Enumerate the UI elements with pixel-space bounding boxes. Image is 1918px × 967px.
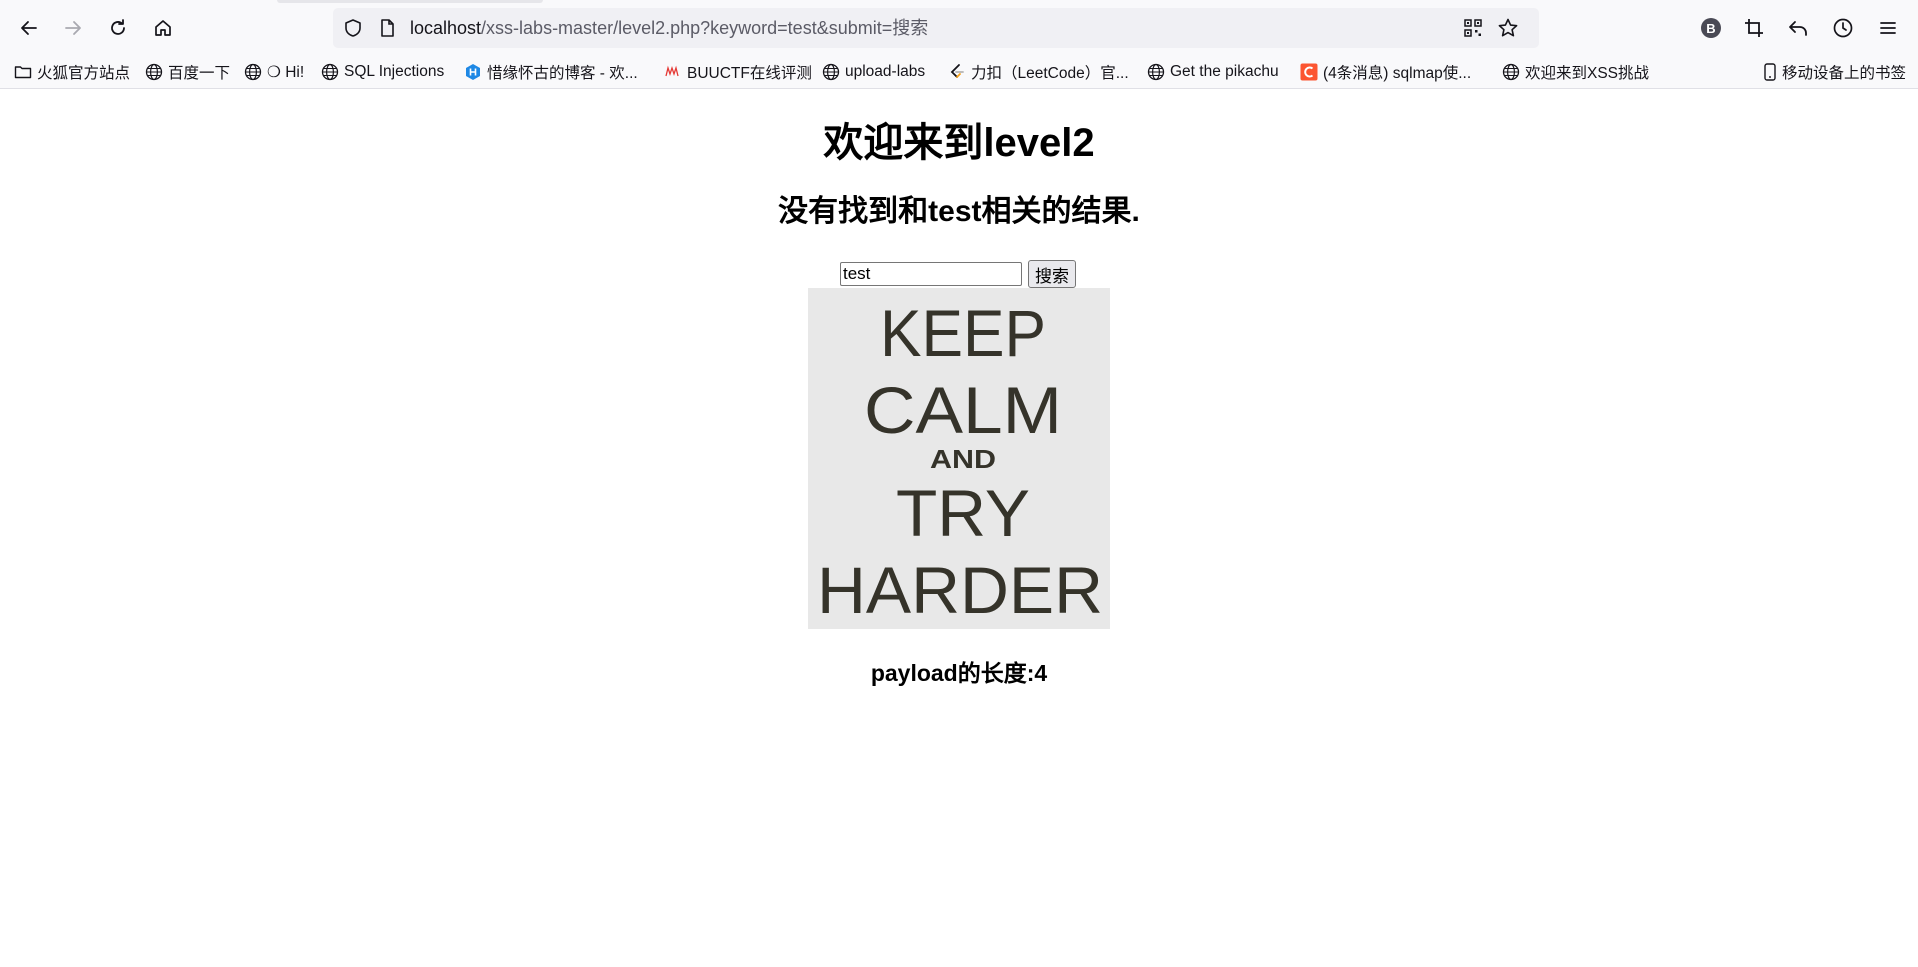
result-message: 没有找到和test相关的结果. bbox=[778, 195, 1140, 228]
mobile-device-icon bbox=[1763, 63, 1779, 81]
search-button[interactable]: 搜索 bbox=[1028, 260, 1076, 288]
menu-button[interactable] bbox=[1876, 16, 1900, 40]
profile-initial: B bbox=[1706, 20, 1716, 36]
search-form: 搜索 bbox=[840, 260, 1076, 288]
url-text[interactable]: localhost/xss-labs-master/level2.php?key… bbox=[410, 17, 928, 39]
arrow-right-icon bbox=[65, 21, 81, 35]
bookmark-item[interactable]: BUUCTF在线评测 bbox=[664, 56, 812, 88]
undo-button[interactable] bbox=[1786, 16, 1810, 40]
url-path: /xss-labs-master/level2.php?keyword=test… bbox=[481, 18, 929, 38]
keyword-input[interactable] bbox=[840, 262, 1022, 286]
poster-line: AND bbox=[930, 444, 996, 474]
bookmark-item[interactable]: Get the pikachu bbox=[1147, 56, 1279, 88]
hexagon-h-icon bbox=[464, 63, 482, 81]
back-button[interactable] bbox=[14, 14, 44, 42]
shield-icon[interactable] bbox=[343, 18, 363, 38]
payload-length: payload的长度:4 bbox=[870, 660, 1048, 686]
poster-line: HARDER bbox=[817, 553, 1103, 627]
page-info-icon[interactable] bbox=[377, 18, 397, 38]
bookmarks-toolbar: 火狐官方站点 百度一下 ❍ Hi! SQL Injections 惜缘怀古的博客… bbox=[0, 56, 1918, 89]
history-button[interactable] bbox=[1831, 16, 1855, 40]
globe-icon bbox=[244, 63, 262, 81]
poster-line: KEEP bbox=[880, 296, 1046, 370]
reload-button[interactable] bbox=[103, 14, 133, 42]
poster-image: KEEP CALM AND TRY HARDER bbox=[808, 288, 1110, 629]
bookmark-item[interactable]: 欢迎来到XSS挑战 bbox=[1502, 56, 1649, 88]
clock-icon bbox=[1833, 18, 1853, 38]
bookmark-star-icon[interactable] bbox=[1497, 17, 1519, 39]
bookmark-label: 惜缘怀古的博客 - 欢... bbox=[487, 65, 638, 82]
poster-line: CALM bbox=[864, 373, 1062, 447]
home-button[interactable] bbox=[148, 14, 178, 42]
bookmark-item[interactable]: (4条消息) sqlmap使... bbox=[1300, 56, 1471, 88]
bookmark-item[interactable]: 火狐官方站点 bbox=[14, 56, 130, 88]
leetcode-icon bbox=[948, 63, 966, 81]
mobile-bookmarks-label: 移动设备上的书签 bbox=[1781, 65, 1906, 82]
bookmark-label: 欢迎来到XSS挑战 bbox=[1525, 65, 1650, 82]
home-icon bbox=[155, 20, 171, 36]
bookmark-item[interactable]: 力扣（LeetCode）官... bbox=[948, 56, 1129, 88]
bookmark-label: upload-labs bbox=[845, 63, 926, 80]
bookmark-item[interactable]: 百度一下 bbox=[145, 56, 230, 88]
bookmark-label: 火狐官方站点 bbox=[37, 65, 131, 82]
poster-line: TRY bbox=[896, 476, 1030, 550]
browser-toolbar: localhost/xss-labs-master/level2.php?key… bbox=[0, 0, 1918, 56]
bookmark-label: SQL Injections bbox=[344, 63, 445, 80]
tab-strip-edge bbox=[277, 0, 543, 3]
url-host: localhost bbox=[410, 18, 482, 38]
bookmark-label: BUUCTF在线评测 bbox=[687, 65, 812, 82]
buuctf-icon bbox=[664, 63, 682, 81]
globe-icon bbox=[145, 63, 163, 81]
profile-button[interactable]: B bbox=[1699, 16, 1723, 40]
qr-code-icon[interactable] bbox=[1463, 18, 1483, 38]
globe-icon bbox=[321, 63, 339, 81]
hamburger-menu-icon bbox=[1880, 22, 1896, 34]
globe-icon bbox=[1147, 63, 1165, 81]
arrow-left-icon bbox=[21, 21, 37, 35]
page-title: 欢迎来到level2 bbox=[823, 121, 1095, 165]
bookmark-label: 百度一下 bbox=[168, 65, 231, 82]
undo-arrow-icon bbox=[1789, 21, 1807, 36]
globe-icon bbox=[1502, 63, 1520, 81]
screenshot-button[interactable] bbox=[1742, 16, 1766, 40]
crop-icon bbox=[1745, 19, 1763, 37]
keep-calm-poster: KEEP CALM AND TRY HARDER bbox=[808, 288, 1110, 629]
address-bar[interactable]: localhost/xss-labs-master/level2.php?key… bbox=[333, 8, 1539, 48]
bookmark-item[interactable]: upload-labs bbox=[822, 56, 925, 88]
reload-icon bbox=[111, 19, 125, 35]
mobile-bookmarks[interactable]: 移动设备上的书签 bbox=[1763, 56, 1906, 88]
folder-icon bbox=[14, 63, 32, 81]
bookmark-item[interactable]: 惜缘怀古的博客 - 欢... bbox=[464, 56, 638, 88]
page-content: 欢迎来到level2 没有找到和test相关的结果. 搜索 KEEP CALM … bbox=[0, 89, 1918, 967]
bookmark-label: ❍ Hi! bbox=[267, 63, 305, 81]
forward-button[interactable] bbox=[58, 14, 88, 42]
csdn-icon bbox=[1300, 63, 1318, 81]
bookmark-item[interactable]: ❍ Hi! bbox=[244, 56, 304, 88]
bookmark-item[interactable]: SQL Injections bbox=[321, 56, 444, 88]
globe-icon bbox=[822, 63, 840, 81]
bookmark-label: (4条消息) sqlmap使... bbox=[1323, 65, 1472, 82]
bookmark-label: Get the pikachu bbox=[1170, 63, 1279, 80]
bookmark-label: 力扣（LeetCode）官... bbox=[971, 65, 1129, 82]
